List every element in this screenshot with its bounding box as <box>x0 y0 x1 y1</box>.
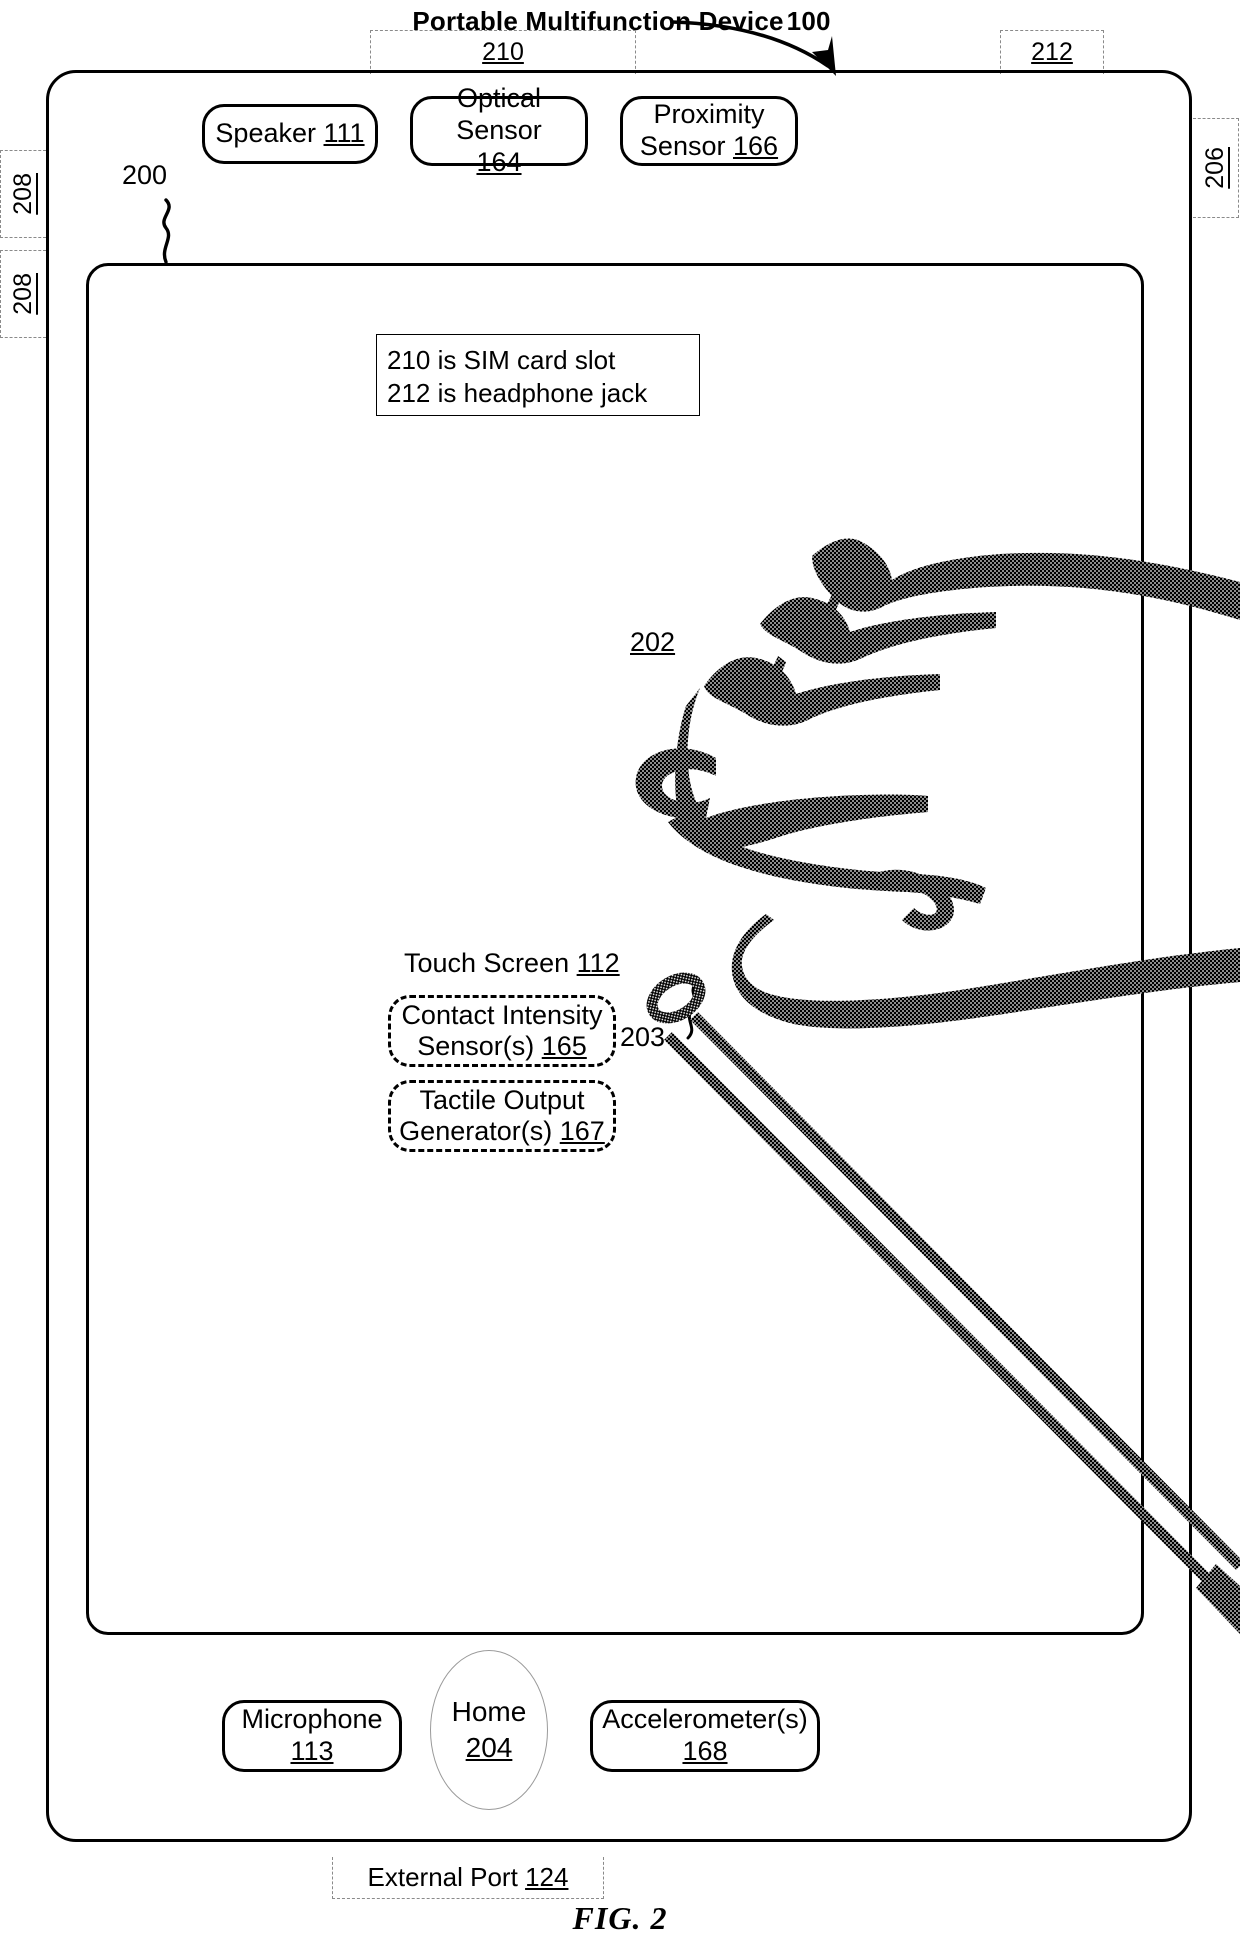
home-button-label: Home <box>451 1695 527 1727</box>
component-speaker-name: Speaker <box>215 118 316 149</box>
callout-box-external-port: External Port 124 <box>332 1857 604 1899</box>
component-proximity-sensor-word: Sensor <box>639 131 726 161</box>
reference-numeral-203: 203 <box>620 1022 665 1053</box>
component-microphone: Microphone 113 <box>222 1700 402 1772</box>
note-line-2: 212 is headphone jack <box>387 377 648 408</box>
component-contact-intensity-line2: Sensor(s) 165 <box>417 1031 587 1062</box>
home-button[interactable]: Home 204 <box>430 1650 548 1810</box>
patent-figure: Portable Multifunction Device 100 210 212… <box>0 0 1240 1950</box>
component-accelerometer-name: Accelerometer(s) <box>602 1704 808 1735</box>
callout-ref-210: 210 <box>482 38 524 66</box>
component-tactile-output-word: Generator(s) <box>399 1116 553 1146</box>
home-button-ref: 204 <box>465 1732 513 1763</box>
reference-numeral-200: 200 <box>122 160 167 191</box>
component-optical-sensor-ref: 164 <box>476 146 522 177</box>
component-proximity-sensor-line1: Proximity <box>653 99 765 130</box>
callout-box-side-button-right: 206 <box>1193 118 1239 218</box>
note-line-1: 210 is SIM card slot <box>387 345 616 375</box>
component-optical-sensor-name: Optical Sensor <box>456 83 542 146</box>
touch-screen-label: Touch Screen 112 <box>404 948 620 979</box>
component-speaker-ref: 111 <box>323 118 365 149</box>
external-port-label: External Port <box>367 1862 518 1892</box>
component-microphone-name: Microphone <box>241 1704 383 1735</box>
callout-box-side-button-lower-left: 208 <box>0 250 46 338</box>
reference-numeral-202: 202 <box>630 627 675 658</box>
callout-ref-206: 206 <box>1201 147 1229 189</box>
component-tactile-output-ref: 167 <box>559 1116 605 1146</box>
external-port-ref: 124 <box>525 1862 569 1892</box>
component-contact-intensity-word: Sensor(s) <box>417 1031 535 1061</box>
component-tactile-output-generators: Tactile Output Generator(s) 167 <box>388 1080 616 1152</box>
explanatory-note-box: 210 is SIM card slot 212 is headphone ja… <box>376 334 700 416</box>
component-proximity-sensor: Proximity Sensor 166 <box>620 96 798 166</box>
reference-numeral-202-text: 202 <box>630 627 676 657</box>
component-contact-intensity-ref: 165 <box>541 1031 587 1061</box>
touch-screen-ref: 112 <box>576 948 620 978</box>
callout-ref-208-upper: 208 <box>9 173 37 215</box>
component-contact-intensity-line1: Contact Intensity <box>401 999 603 1030</box>
component-microphone-ref: 113 <box>290 1736 334 1766</box>
component-speaker-line: Speaker 111 <box>215 118 364 150</box>
component-speaker: Speaker 111 <box>202 104 378 164</box>
touch-screen-label-text: Touch Screen <box>404 948 570 978</box>
component-contact-intensity-sensors: Contact Intensity Sensor(s) 165 <box>388 995 616 1067</box>
component-accelerometer-ref: 168 <box>682 1736 728 1766</box>
callout-box-side-button-upper-left: 208 <box>0 150 46 238</box>
callout-ref-208-lower: 208 <box>9 273 37 315</box>
component-proximity-sensor-ref: 166 <box>733 131 779 161</box>
component-optical-sensor: Optical Sensor 164 <box>410 83 588 177</box>
reference-numeral-203-text: 203 <box>620 1022 666 1052</box>
reference-numeral-200-text: 200 <box>122 160 168 190</box>
component-accelerometer: Accelerometer(s) 168 <box>590 1700 820 1772</box>
callout-box-headphone-jack: 212 <box>1000 30 1104 74</box>
component-proximity-sensor-line2: Sensor 166 <box>640 131 778 163</box>
component-tactile-output-line1: Tactile Output <box>419 1084 585 1115</box>
callout-ref-212: 212 <box>1031 38 1073 66</box>
figure-caption: FIG. 2 <box>572 1900 668 1936</box>
component-tactile-output-line2: Generator(s) 167 <box>399 1116 605 1147</box>
page-title-ref: 100 <box>786 6 831 36</box>
callout-box-sim-slot: 210 <box>370 30 636 74</box>
